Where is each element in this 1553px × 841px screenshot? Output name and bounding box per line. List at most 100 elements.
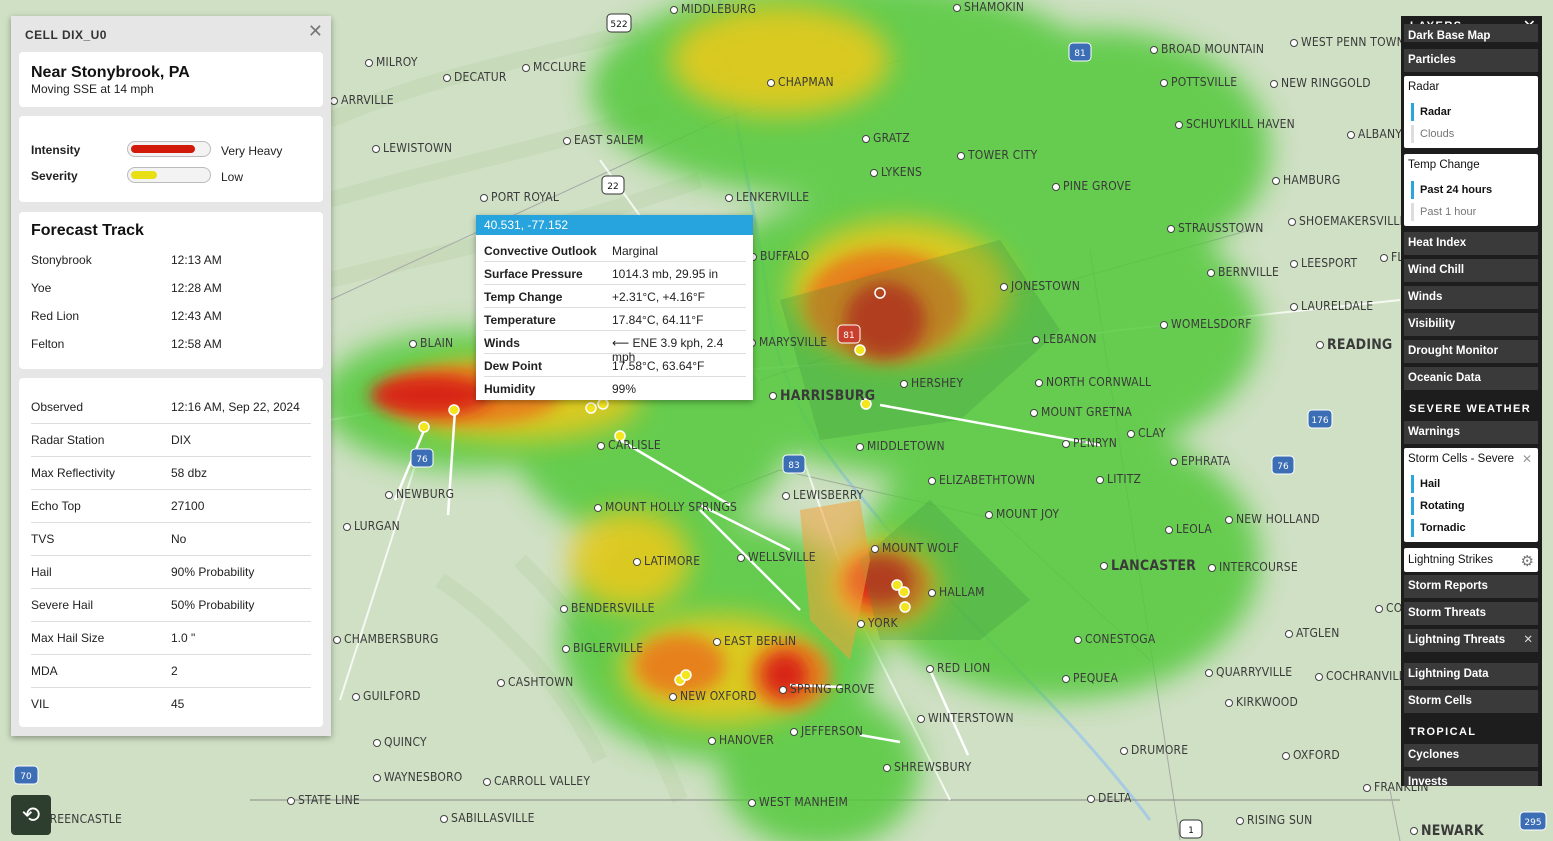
map-place-label: PEQUEA	[1062, 671, 1118, 685]
map-place-label: HERSHEY	[900, 376, 963, 390]
map-place-label: HANOVER	[708, 733, 774, 747]
map-place-label: PORT ROYAL	[480, 190, 559, 204]
map-place-label: BERNVILLE	[1207, 265, 1279, 279]
severe-weather-header: SEVERE WEATHER	[1409, 403, 1532, 415]
layer-radar-card[interactable]: Radar Radar Clouds	[1404, 76, 1538, 148]
layer-lightning-threats-label: Lightning Threats	[1408, 634, 1506, 646]
map-place-label: MOUNT WOLF	[871, 541, 959, 555]
observation-row: Severe Hail 50% Probability	[31, 588, 311, 622]
forecast-track-card: Forecast Track Stonybrook 12:13 AM Yoe 12:…	[19, 212, 323, 369]
layer-warnings[interactable]: Warnings	[1404, 421, 1538, 444]
map-place-label: COCHRANVILLE	[1315, 669, 1412, 683]
close-icon[interactable]: ✕	[308, 21, 323, 42]
map-place-label: WOMELSDORF	[1160, 317, 1252, 331]
map-place-label: LURGAN	[343, 519, 400, 533]
layer-drought-monitor[interactable]: Drought Monitor	[1404, 340, 1538, 363]
history-locate-button[interactable]: ⟲	[11, 795, 51, 835]
close-icon[interactable]: ✕	[1522, 452, 1532, 466]
map-place-label: LENKERVILLE	[725, 190, 809, 204]
layer-storm-reports[interactable]: Storm Reports	[1404, 575, 1538, 598]
tooltip-row-temp-change: Temp Change +2.31°C, +4.16°F	[484, 285, 746, 308]
map-place-label: CONESTOGA	[1074, 632, 1155, 646]
intensity-card: Intensity Very Heavy Severity Low	[19, 116, 323, 202]
map-place-label: SABILLASVILLE	[440, 811, 535, 825]
map-place-label: MCCLURE	[522, 60, 586, 74]
layer-cyclones[interactable]: Cyclones	[1404, 744, 1538, 767]
layer-lightning-data[interactable]: Lightning Data	[1404, 663, 1538, 686]
forecast-row: Yoe 12:28 AM	[31, 281, 222, 295]
layer-option-rotating[interactable]: Rotating	[1411, 497, 1465, 515]
map-place-label: MOUNT GRETNA	[1030, 405, 1132, 419]
layer-particles[interactable]: Particles	[1404, 49, 1538, 72]
layer-storm-cells[interactable]: Storm Cells	[1404, 690, 1538, 713]
layer-dark-base-map[interactable]: Dark Base Map	[1404, 24, 1538, 42]
svg-text:295: 295	[1524, 818, 1541, 828]
map-place-label: CASHTOWN	[497, 675, 573, 689]
map-place-label: RISING SUN	[1236, 813, 1312, 827]
layer-storm-cells-severe-card[interactable]: Storm Cells - Severe ✕ Hail Rotating Tor…	[1404, 448, 1538, 542]
severity-value: Low	[221, 170, 244, 184]
map-place-label: JEFFERSON	[790, 724, 863, 738]
layer-option-hail[interactable]: Hail	[1411, 475, 1440, 493]
layer-temp-change-card[interactable]: Temp Change Past 24 hours Past 1 hour	[1404, 154, 1538, 226]
map-place-label: SPRING GROVE	[779, 682, 875, 696]
map-place-label: LEESPORT	[1290, 256, 1357, 270]
map-place-label: HALLAM	[928, 585, 985, 599]
layer-option-past-24-hours[interactable]: Past 24 hours	[1411, 181, 1492, 199]
map-place-label: NEWARK	[1410, 823, 1484, 839]
map-place-label: NEW OXFORD	[669, 689, 757, 703]
map-place-label: LAURELDALE	[1290, 299, 1373, 313]
layer-visibility[interactable]: Visibility	[1404, 313, 1538, 336]
layers-panel: LAYERS ✕ Dark Base Map Particles Radar R…	[1401, 16, 1542, 786]
map-place-label: EPHRATA	[1170, 454, 1230, 468]
svg-text:81: 81	[843, 331, 854, 341]
map-place-label: RED LION	[926, 661, 990, 675]
layer-radar-title: Radar	[1408, 81, 1440, 93]
map-place-label: JONESTOWN	[1000, 279, 1080, 293]
location-card: Near Stonybrook, PA Moving SSE at 14 mph	[19, 52, 323, 107]
forecast-row: Felton 12:58 AM	[31, 337, 222, 351]
layer-option-tornadic[interactable]: Tornadic	[1411, 519, 1466, 537]
gear-icon[interactable]: ⚙	[1521, 552, 1534, 570]
cell-title: CELL DIX_U0	[25, 28, 107, 42]
svg-text:81: 81	[1074, 49, 1085, 59]
forecast-row: Stonybrook 12:13 AM	[31, 253, 222, 267]
layer-temp-change-title: Temp Change	[1408, 159, 1480, 171]
svg-text:1: 1	[1188, 826, 1194, 836]
severity-bar	[127, 167, 211, 183]
map-point-tooltip: 40.531, -77.152 Convective Outlook Margin…	[476, 215, 753, 400]
map-place-label: POTTSVILLE	[1160, 75, 1237, 89]
layer-oceanic-data[interactable]: Oceanic Data	[1404, 367, 1538, 390]
map-place-label: BLAIN	[409, 336, 453, 350]
intensity-label: Intensity	[31, 143, 81, 157]
observation-row: MDA 2	[31, 654, 311, 688]
map-place-label: LEOLA	[1165, 522, 1212, 536]
layer-option-radar[interactable]: Radar	[1411, 103, 1451, 121]
intensity-bar	[127, 141, 211, 157]
close-icon[interactable]: ✕	[1523, 629, 1533, 652]
observation-row: TVS No	[31, 522, 311, 556]
layer-option-past-1-hour[interactable]: Past 1 hour	[1411, 203, 1476, 221]
map-place-label: QUINCY	[373, 735, 427, 749]
history-icon: ⟲	[21, 802, 41, 827]
map-place-label: PINE GROVE	[1052, 179, 1131, 193]
layer-winds[interactable]: Winds	[1404, 286, 1538, 309]
map-place-label: SCHUYLKILL HAVEN	[1175, 117, 1295, 131]
map-place-label: READING	[1316, 337, 1392, 353]
map-place-label: CLAY	[1127, 426, 1166, 440]
layer-storm-threats[interactable]: Storm Threats	[1404, 602, 1538, 625]
layer-option-clouds[interactable]: Clouds	[1411, 125, 1454, 143]
layer-lightning-strikes[interactable]: Lightning Strikes ⚙	[1404, 548, 1538, 572]
map-place-label: ALBANY	[1347, 127, 1402, 141]
layer-heat-index[interactable]: Heat Index	[1404, 232, 1538, 255]
layer-lightning-threats[interactable]: Lightning Threats ✕	[1404, 629, 1538, 652]
layer-wind-chill[interactable]: Wind Chill	[1404, 259, 1538, 282]
tooltip-row-convective-outlook: Convective Outlook Marginal	[484, 239, 746, 262]
map-place-label: INTERCOURSE	[1208, 560, 1298, 574]
observation-row: VIL 45	[31, 697, 185, 711]
observation-row: Hail 90% Probability	[31, 555, 311, 589]
observation-row: Max Hail Size 1.0 "	[31, 621, 311, 655]
observations-card: Observed 12:16 AM, Sep 22, 2024 Radar Sta…	[19, 378, 323, 727]
tooltip-row-surface-pressure: Surface Pressure 1014.3 mb, 29.95 in	[484, 262, 746, 285]
layer-invests[interactable]: Invests	[1404, 771, 1538, 786]
